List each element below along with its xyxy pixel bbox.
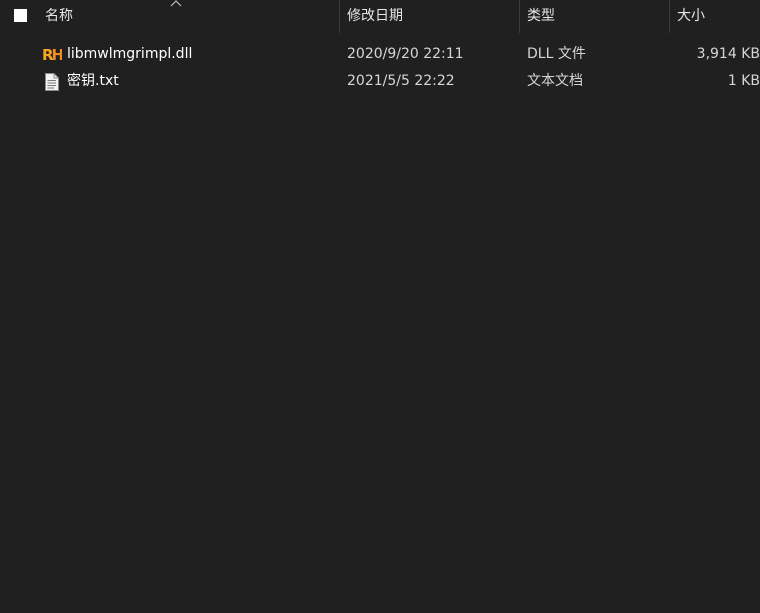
file-type: 文本文档	[527, 73, 583, 89]
file-list: R H libmwlmgrimpl.dll 2020/9/20 22:11 DL…	[0, 41, 760, 95]
svg-text:H: H	[52, 46, 63, 64]
file-size: 3,914 KB	[696, 46, 760, 62]
column-header-bar: 名称 修改日期 类型 大小	[0, 0, 760, 33]
column-header-size[interactable]: 大小	[677, 0, 705, 33]
file-explorer-details-view: 名称 修改日期 类型 大小 R H libmwlmgrimpl.dll 2020…	[0, 0, 760, 613]
column-header-name[interactable]: 名称	[45, 0, 73, 33]
file-row[interactable]: R H libmwlmgrimpl.dll 2020/9/20 22:11 DL…	[0, 41, 760, 68]
dll-file-icon: R H	[42, 46, 63, 64]
file-modified-date: 2021/5/5 22:22	[347, 73, 455, 89]
file-row[interactable]: 密钥.txt 2021/5/5 22:22 文本文档 1 KB	[0, 68, 760, 95]
file-modified-date: 2020/9/20 22:11	[347, 46, 464, 62]
column-divider[interactable]	[669, 0, 670, 33]
column-header-modified[interactable]: 修改日期	[347, 0, 403, 33]
column-divider[interactable]	[519, 0, 520, 33]
file-size: 1 KB	[727, 73, 760, 89]
column-header-type[interactable]: 类型	[527, 0, 555, 33]
file-name[interactable]: libmwlmgrimpl.dll	[67, 41, 192, 68]
column-divider[interactable]	[339, 0, 340, 33]
sort-ascending-caret-icon[interactable]	[170, 0, 182, 7]
text-file-icon	[45, 73, 59, 91]
file-name[interactable]: 密钥.txt	[67, 68, 119, 95]
select-all-checkbox[interactable]	[14, 9, 27, 22]
file-type: DLL 文件	[527, 46, 586, 62]
